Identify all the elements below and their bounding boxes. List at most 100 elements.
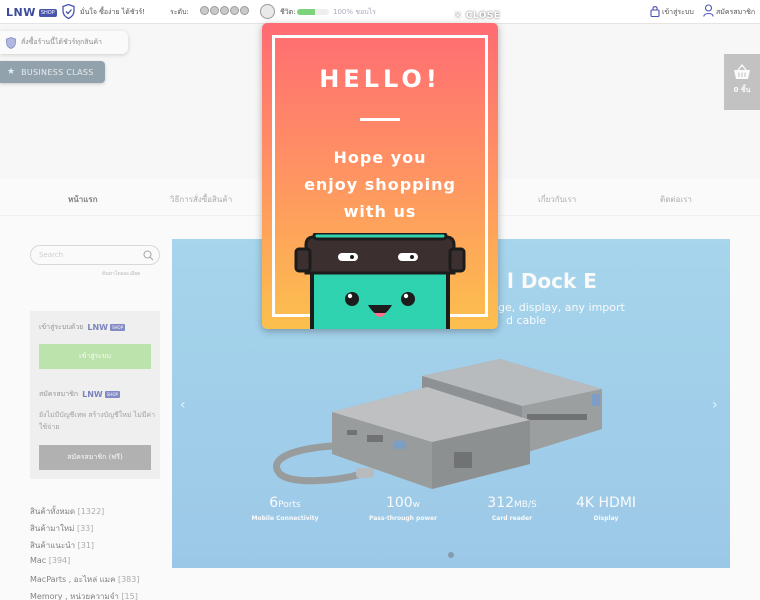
- shield-icon: [62, 4, 75, 19]
- popup-message-line3: with us: [343, 202, 417, 221]
- category-name: Memory , หน่วยความจำ: [30, 592, 119, 600]
- lnw-logo: LNW SHOP: [82, 390, 120, 399]
- search-input[interactable]: Search: [30, 245, 160, 265]
- category-count: [1322]: [77, 507, 105, 516]
- category-count: [394]: [48, 556, 71, 565]
- search-placeholder: Search: [39, 251, 64, 259]
- business-class-text: BUSINESS CLASS: [21, 67, 94, 77]
- category-name: สินค้าทั้งหมด: [30, 507, 76, 516]
- popup-divider: [360, 118, 400, 121]
- category-item[interactable]: สินค้าแนะนำ [31]: [30, 539, 139, 556]
- register-button[interactable]: สมัครสมาชิก (ฟรี): [39, 445, 151, 470]
- logo-tag: SHOP: [38, 8, 57, 17]
- face-icon: [210, 6, 219, 15]
- trust-text[interactable]: มั่นใจ ซื้อง่าย ได้ชัวร์!: [80, 7, 145, 18]
- category-name: สินค้ามาใหม่: [30, 524, 75, 533]
- category-item[interactable]: MacParts , อะไหล่ แมค [383]: [30, 573, 139, 590]
- login-button[interactable]: เข้าสู่ระบบ: [39, 344, 151, 369]
- spec-unit: Ports: [278, 500, 301, 510]
- banner-subtitle-line2: d cable: [506, 314, 547, 327]
- popup-message: Hope you enjoy shopping with us: [262, 144, 498, 225]
- rating-label: ระดับ:: [170, 8, 189, 16]
- spec-value: 6: [269, 495, 279, 511]
- category-count: [31]: [77, 541, 95, 550]
- banner-subtitle: ge, display, any import d cable: [498, 301, 625, 327]
- points-label: ชีวิต:: [280, 8, 296, 16]
- lock-icon: [650, 6, 660, 17]
- cart-button[interactable]: 0 ชิ้น: [724, 54, 760, 110]
- spec-value: 100: [385, 495, 413, 511]
- login-box: เข้าสู่ระบบด้วย LNW SHOP เข้าสู่ระบบ สมั…: [30, 311, 160, 479]
- face-icon: [230, 6, 239, 15]
- category-count: [15]: [121, 592, 138, 600]
- search-icon[interactable]: [143, 250, 154, 261]
- rating-faces[interactable]: [200, 6, 249, 15]
- register-link[interactable]: สมัครสมาชิก: [716, 7, 755, 18]
- lnw-logo[interactable]: LNW SHOP: [6, 6, 57, 19]
- login-with-label: เข้าสู่ระบบด้วย: [39, 323, 84, 331]
- spec-value: 4K HDMI: [575, 495, 637, 511]
- lnw-logo-tag: SHOP: [104, 391, 120, 398]
- nav-about[interactable]: เกี่ยวกับเรา: [538, 193, 576, 206]
- top-bar: LNW SHOP มั่นใจ ซื้อง่าย ได้ชัวร์! ระดับ…: [0, 0, 760, 24]
- spec-label: Display: [593, 515, 619, 522]
- spec-label: Card reader: [491, 515, 533, 522]
- nav-home[interactable]: หน้าแรก: [68, 193, 98, 206]
- category-item[interactable]: สินค้าทั้งหมด [1322]: [30, 505, 139, 522]
- points-progress-fill: [297, 9, 315, 15]
- welcome-popup: HELLO! Hope you enjoy shopping with us: [262, 23, 498, 329]
- points-progress: [297, 9, 329, 15]
- spec-unit: MB/S: [514, 500, 537, 510]
- advanced-search-link[interactable]: ค้นหาโดยละเอียด: [102, 270, 140, 278]
- register-heading: สมัครสมาชิก: [39, 390, 79, 398]
- popup-hello: HELLO!: [319, 65, 441, 93]
- points-value[interactable]: 100% ชอบไร: [333, 7, 376, 18]
- user-icon: [703, 4, 714, 17]
- nav-contact[interactable]: ติดต่อเรา: [660, 193, 692, 206]
- spec-value: 312: [487, 495, 515, 511]
- star-icon: ★: [7, 67, 16, 77]
- login-link[interactable]: เข้าสู่ระบบ: [662, 7, 694, 18]
- face-icon: [220, 6, 229, 15]
- category-item[interactable]: สินค้ามาใหม่ [33]: [30, 522, 139, 539]
- next-arrow-icon[interactable]: ›: [712, 397, 718, 413]
- category-count: [33]: [76, 524, 94, 533]
- prev-arrow-icon[interactable]: ‹: [180, 397, 186, 413]
- spec-label: Mobile Connectivity: [251, 515, 319, 522]
- category-name: MacParts , อะไหล่ แมค: [30, 575, 116, 584]
- close-label: CLOSE: [465, 11, 501, 21]
- category-name: สินค้าแนะนำ: [30, 541, 76, 550]
- login-with-row: เข้าสู่ระบบด้วย LNW SHOP: [39, 322, 126, 333]
- lnw-logo-text: LNW: [82, 390, 103, 399]
- register-description: ยังไม่มีบัญชีเทพ สร้างบัญชีใหม่ ไม่มีค่า…: [39, 411, 156, 431]
- banner-subtitle-line1: ge, display, any import: [498, 301, 625, 314]
- logo-text: LNW: [6, 6, 36, 19]
- popup-message-line2: enjoy shopping: [304, 175, 456, 194]
- nav-how-to-order[interactable]: วิธีการสั่งซื้อสินค้า: [170, 193, 232, 206]
- category-item[interactable]: Memory , หน่วยความจำ [15]: [30, 590, 139, 600]
- spec-unit: w: [412, 500, 421, 510]
- spec-ports: 6Ports Mobile Connectivity: [240, 495, 330, 522]
- face-icon: [240, 6, 249, 15]
- guarantee-text: สั่งซื้อร้านนี้ได้ชัวร์ทุกสินค้า: [21, 38, 102, 46]
- cart-count: 0 ชิ้น: [733, 86, 751, 94]
- spec-label: Pass-through power: [368, 515, 438, 522]
- box-mascot-image: [294, 233, 466, 329]
- lnw-logo: LNW SHOP: [87, 323, 126, 332]
- popup-message-line1: Hope you: [333, 148, 427, 167]
- register-row: สมัครสมาชิก LNW SHOP: [39, 389, 120, 400]
- spec-display: 4K HDMI Display: [561, 495, 651, 522]
- face-icon: [200, 6, 209, 15]
- popup-close-button[interactable]: ✕ CLOSE: [454, 11, 501, 21]
- spec-power: 100w Pass-through power: [358, 495, 448, 522]
- carousel-dot[interactable]: [448, 552, 454, 558]
- shield-icon: [6, 36, 16, 49]
- business-class-badge[interactable]: ★ BUSINESS CLASS: [0, 61, 105, 83]
- spec-card-reader: 312MB/S Card reader: [467, 495, 557, 522]
- category-item[interactable]: Mac [394]: [30, 556, 139, 573]
- mood-face-icon: [260, 4, 275, 19]
- category-name: Mac: [30, 556, 47, 565]
- lnw-logo-text: LNW: [87, 323, 108, 332]
- banner-title: l Dock E: [507, 269, 597, 293]
- guarantee-badge[interactable]: สั่งซื้อร้านนี้ได้ชัวร์ทุกสินค้า: [0, 31, 128, 54]
